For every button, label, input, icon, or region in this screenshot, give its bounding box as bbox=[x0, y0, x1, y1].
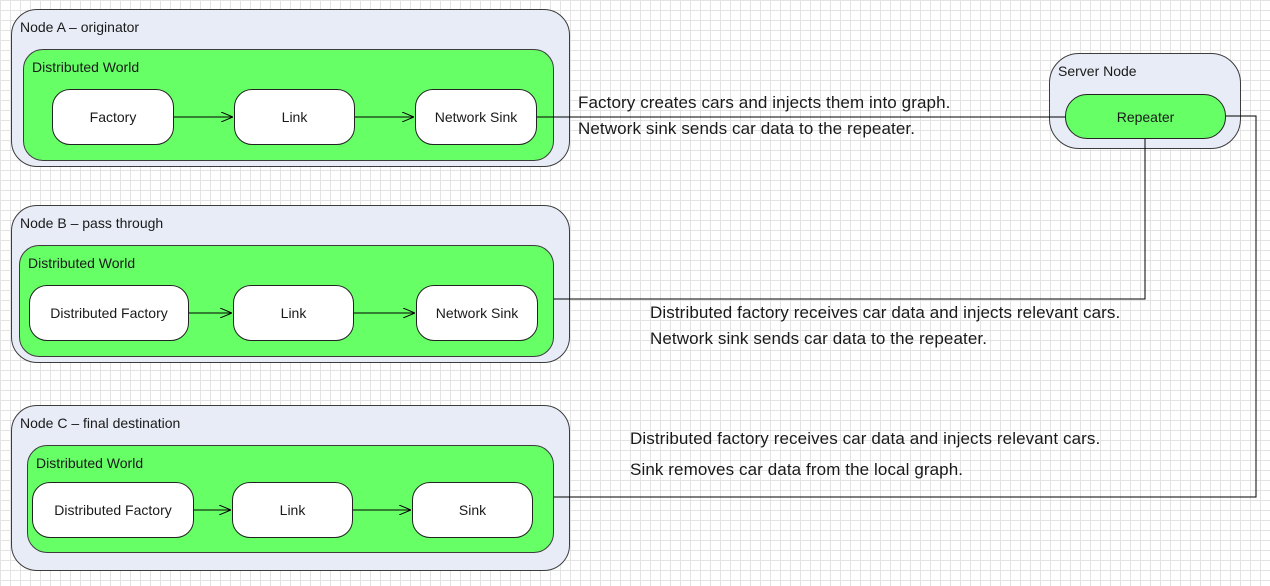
connector-layer bbox=[174, 0, 1257, 586]
note-b-line-1: Distributed factory receives car data an… bbox=[650, 303, 1121, 322]
note-b-line-2: Network sink sends car data to the repea… bbox=[650, 329, 988, 348]
note-c-line-1: Distributed factory receives car data an… bbox=[630, 429, 1101, 448]
wire-repeater-to-node-b bbox=[554, 139, 1146, 300]
note-a-line-2: Network sink sends car data to the repea… bbox=[578, 119, 916, 138]
note-a-line-1: Factory creates cars and injects them in… bbox=[578, 93, 951, 112]
note-c-line-2: Sink removes car data from the local gra… bbox=[630, 460, 964, 479]
